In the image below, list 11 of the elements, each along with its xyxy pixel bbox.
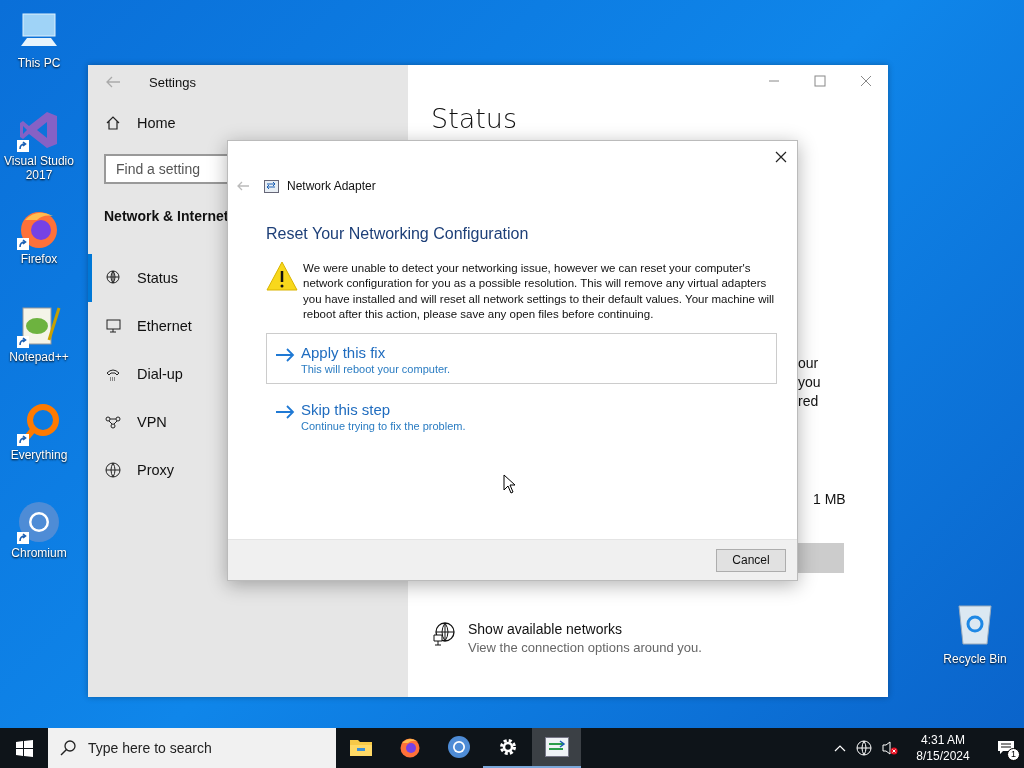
section-heading: Network & Internet — [104, 208, 229, 224]
dialog-heading: Reset Your Networking Configuration — [266, 225, 530, 243]
window-title: Settings — [149, 74, 196, 90]
text-fragment: you — [798, 373, 821, 392]
text-fragment: red — [798, 392, 820, 411]
page-title: Status — [431, 103, 518, 134]
data-usage-size: 1 MB — [813, 491, 846, 507]
dialog-message: We were unable to detect your networking issue, however we can reset your computer's network configuration for you as a possible resolution. This will remove any virtual adapters you have installed and will reset all network settings to their default values. Your machine will reboot after this action, please save any open files before continuing. — [303, 261, 776, 323]
link-description: View the connection options around you. — [468, 640, 702, 655]
notification-count-badge: 1 — [1007, 748, 1020, 761]
text-fragment: our — [798, 354, 820, 373]
